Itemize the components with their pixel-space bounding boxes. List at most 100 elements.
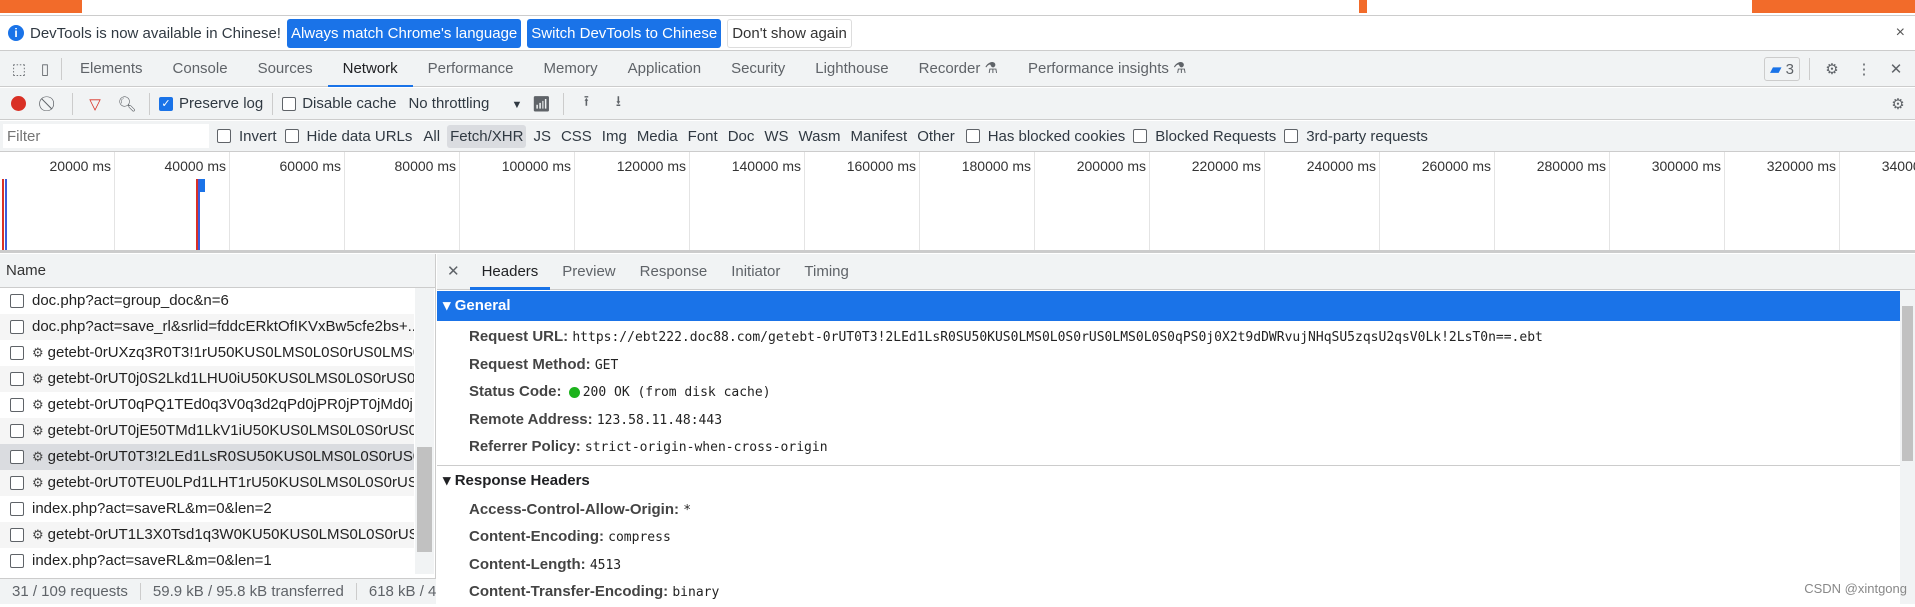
tab-security[interactable]: Security — [716, 51, 800, 87]
timeline-tick-label: 280000 ms — [1495, 152, 1610, 250]
filter-type-doc[interactable]: Doc — [725, 125, 758, 148]
header-row: Referrer Policy: strict-origin-when-cros… — [437, 433, 1915, 461]
response-headers-section-header[interactable]: ▾ Response Headers — [437, 466, 1915, 496]
import-har-icon[interactable]: ⭱ — [573, 91, 599, 117]
request-checkbox[interactable] — [10, 450, 24, 465]
dont-show-again-button[interactable]: Don't show again — [727, 18, 852, 48]
tab-sources[interactable]: Sources — [243, 51, 328, 87]
filter-type-fetch-xhr[interactable]: Fetch/XHR — [447, 124, 527, 148]
tab-lighthouse[interactable]: Lighthouse — [800, 51, 903, 87]
request-row[interactable]: ⚙ getebt-0rUXzq3R0T3!1rU50KUS0LMS0L0S0rUS… — [0, 340, 414, 366]
issues-button[interactable]: ▰ 3 — [1763, 56, 1800, 81]
hide-data-urls-label: Hide data URLs — [306, 127, 413, 145]
tab-performance-insights[interactable]: Performance insights ⚗ — [1013, 51, 1202, 87]
request-checkbox[interactable] — [10, 476, 24, 491]
disable-cache-checkbox[interactable] — [282, 96, 297, 111]
blocked-requests-checkbox[interactable] — [1133, 129, 1148, 143]
request-row[interactable]: index.php?act=saveRL&m=0&len=2 — [0, 496, 414, 522]
request-name: getebt-0rUT0j0S2Lkd1LHU0iU50KUS0LMS0L0S0… — [47, 370, 414, 387]
filter-type-media[interactable]: Media — [634, 125, 681, 148]
filter-type-ws[interactable]: WS — [761, 125, 791, 148]
tab-network[interactable]: Network — [327, 51, 413, 87]
filter-type-css[interactable]: CSS — [558, 125, 595, 148]
request-row[interactable]: ⚙ getebt-0rUT0TEU0LPd1LHT1rU50KUS0LMS0L0S… — [0, 470, 414, 496]
requests-scrollbar-thumb[interactable] — [417, 447, 432, 552]
has-blocked-cookies-checkbox[interactable] — [965, 129, 980, 143]
filter-type-all[interactable]: All — [420, 125, 443, 148]
request-row[interactable]: doc.php?act=group_doc&n=6 — [0, 288, 414, 314]
inspect-element-icon[interactable]: ⬚ — [6, 56, 32, 82]
switch-to-chinese-button[interactable]: Switch DevTools to Chinese — [527, 18, 722, 48]
detail-tab-response[interactable]: Response — [628, 254, 720, 290]
tab-application[interactable]: Application — [613, 51, 716, 87]
detail-tab-initiator[interactable]: Initiator — [719, 254, 792, 290]
tab-recorder[interactable]: Recorder ⚗ — [904, 51, 1013, 87]
filter-type-js[interactable]: JS — [530, 125, 554, 148]
request-checkbox[interactable] — [10, 398, 24, 413]
request-row[interactable]: ⚙ getebt-0rUT1L3X0Tsd1q3W0KU50KUS0LMS0L0S… — [0, 522, 414, 548]
invert-checkbox[interactable] — [217, 129, 231, 143]
request-row[interactable]: index.php?act=saveRL&m=0&len=1 — [0, 548, 414, 574]
chevron-down-icon: ▼ — [511, 99, 523, 111]
request-checkbox[interactable] — [10, 294, 24, 309]
close-devtools-icon[interactable]: ✕ — [1883, 56, 1909, 82]
device-toolbar-icon[interactable]: ▯ — [32, 56, 58, 82]
detail-tab-preview[interactable]: Preview — [550, 254, 627, 290]
request-checkbox[interactable] — [10, 554, 24, 569]
divider — [61, 57, 62, 80]
tab-memory[interactable]: Memory — [529, 51, 613, 87]
header-value: binary — [672, 585, 720, 600]
detail-scrollbar-thumb[interactable] — [1902, 306, 1913, 461]
third-party-checkbox[interactable] — [1284, 129, 1299, 143]
close-infobar-icon[interactable]: × — [1896, 24, 1905, 42]
search-icon[interactable]: 🔍︎ — [114, 91, 140, 117]
request-row[interactable]: ⚙ getebt-0rUT0qPQ1TEd0q3V0q3d2qPd0jPR0jPT… — [0, 392, 414, 418]
filter-type-font[interactable]: Font — [685, 125, 721, 148]
close-detail-icon[interactable]: ✕ — [437, 254, 470, 290]
request-checkbox[interactable] — [10, 424, 24, 439]
filter-type-other[interactable]: Other — [914, 125, 958, 148]
header-key: Status Code: — [469, 383, 562, 400]
response-headers-title: Response Headers — [454, 471, 590, 489]
export-har-icon[interactable]: ⭳ — [605, 91, 631, 117]
request-checkbox[interactable] — [10, 320, 24, 335]
record-icon[interactable] — [11, 96, 26, 111]
transferred-size: 59.9 kB / 95.8 kB transferred — [141, 583, 357, 600]
hide-data-urls-checkbox[interactable] — [284, 129, 299, 143]
clear-icon[interactable]: ⃠ — [37, 91, 63, 117]
fetch-gear-icon: ⚙ — [32, 449, 44, 464]
settings-gear-icon[interactable]: ⚙ — [1819, 56, 1845, 82]
watermark: CSDN @xintgong — [1804, 581, 1907, 596]
detail-tab-timing[interactable]: Timing — [792, 254, 860, 290]
request-checkbox[interactable] — [10, 372, 24, 387]
throttling-select[interactable]: No throttling ▼ — [408, 95, 522, 112]
name-column-header[interactable]: Name — [0, 254, 435, 288]
request-row[interactable]: doc.php?act=save_rl&srlid=fddcERktOfIKVx… — [0, 314, 414, 340]
filter-type-manifest[interactable]: Manifest — [848, 125, 911, 148]
request-checkbox[interactable] — [10, 528, 24, 543]
header-value: https://ebt222.doc88.com/getebt-0rUT0T3!… — [572, 330, 1543, 345]
request-row[interactable]: ⚙ getebt-0rUT0T3!2LEd1LsR0SU50KUS0LMS0L0S… — [0, 444, 414, 470]
filter-icon[interactable]: ▽ — [82, 91, 108, 117]
tab-console[interactable]: Console — [158, 51, 243, 87]
network-conditions-icon[interactable]: 📶︎ — [528, 91, 554, 117]
request-checkbox[interactable] — [10, 502, 24, 517]
page-image — [0, 0, 82, 13]
always-match-language-button[interactable]: Always match Chrome's language — [286, 18, 522, 48]
filter-input[interactable] — [3, 124, 209, 148]
detail-tab-headers[interactable]: Headers — [469, 254, 551, 290]
request-row[interactable]: ⚙ getebt-0rUT0j0S2Lkd1LHU0iU50KUS0LMS0L0S… — [0, 366, 414, 392]
network-overview-timeline[interactable]: 20000 ms 40000 ms 60000 ms 80000 ms 100000 m… — [0, 152, 1915, 253]
filter-type-wasm[interactable]: Wasm — [796, 125, 844, 148]
filter-type-img[interactable]: Img — [599, 125, 630, 148]
tab-performance[interactable]: Performance — [413, 51, 529, 87]
tab-elements[interactable]: Elements — [65, 51, 158, 87]
header-row: Content-Encoding: compress — [437, 523, 1915, 551]
general-section-header[interactable]: ▾ General — [437, 291, 1915, 321]
more-options-icon[interactable]: ⋮ — [1851, 56, 1877, 82]
request-checkbox[interactable] — [10, 346, 24, 361]
network-settings-gear-icon[interactable]: ⚙ — [1885, 91, 1911, 117]
preserve-log-checkbox[interactable]: ✓ — [159, 96, 173, 111]
request-row[interactable]: ⚙ getebt-0rUT0jE50TMd1LkV1iU50KUS0LMS0L0S… — [0, 418, 414, 444]
timeline-tick-label: 240000 ms — [1265, 152, 1380, 250]
